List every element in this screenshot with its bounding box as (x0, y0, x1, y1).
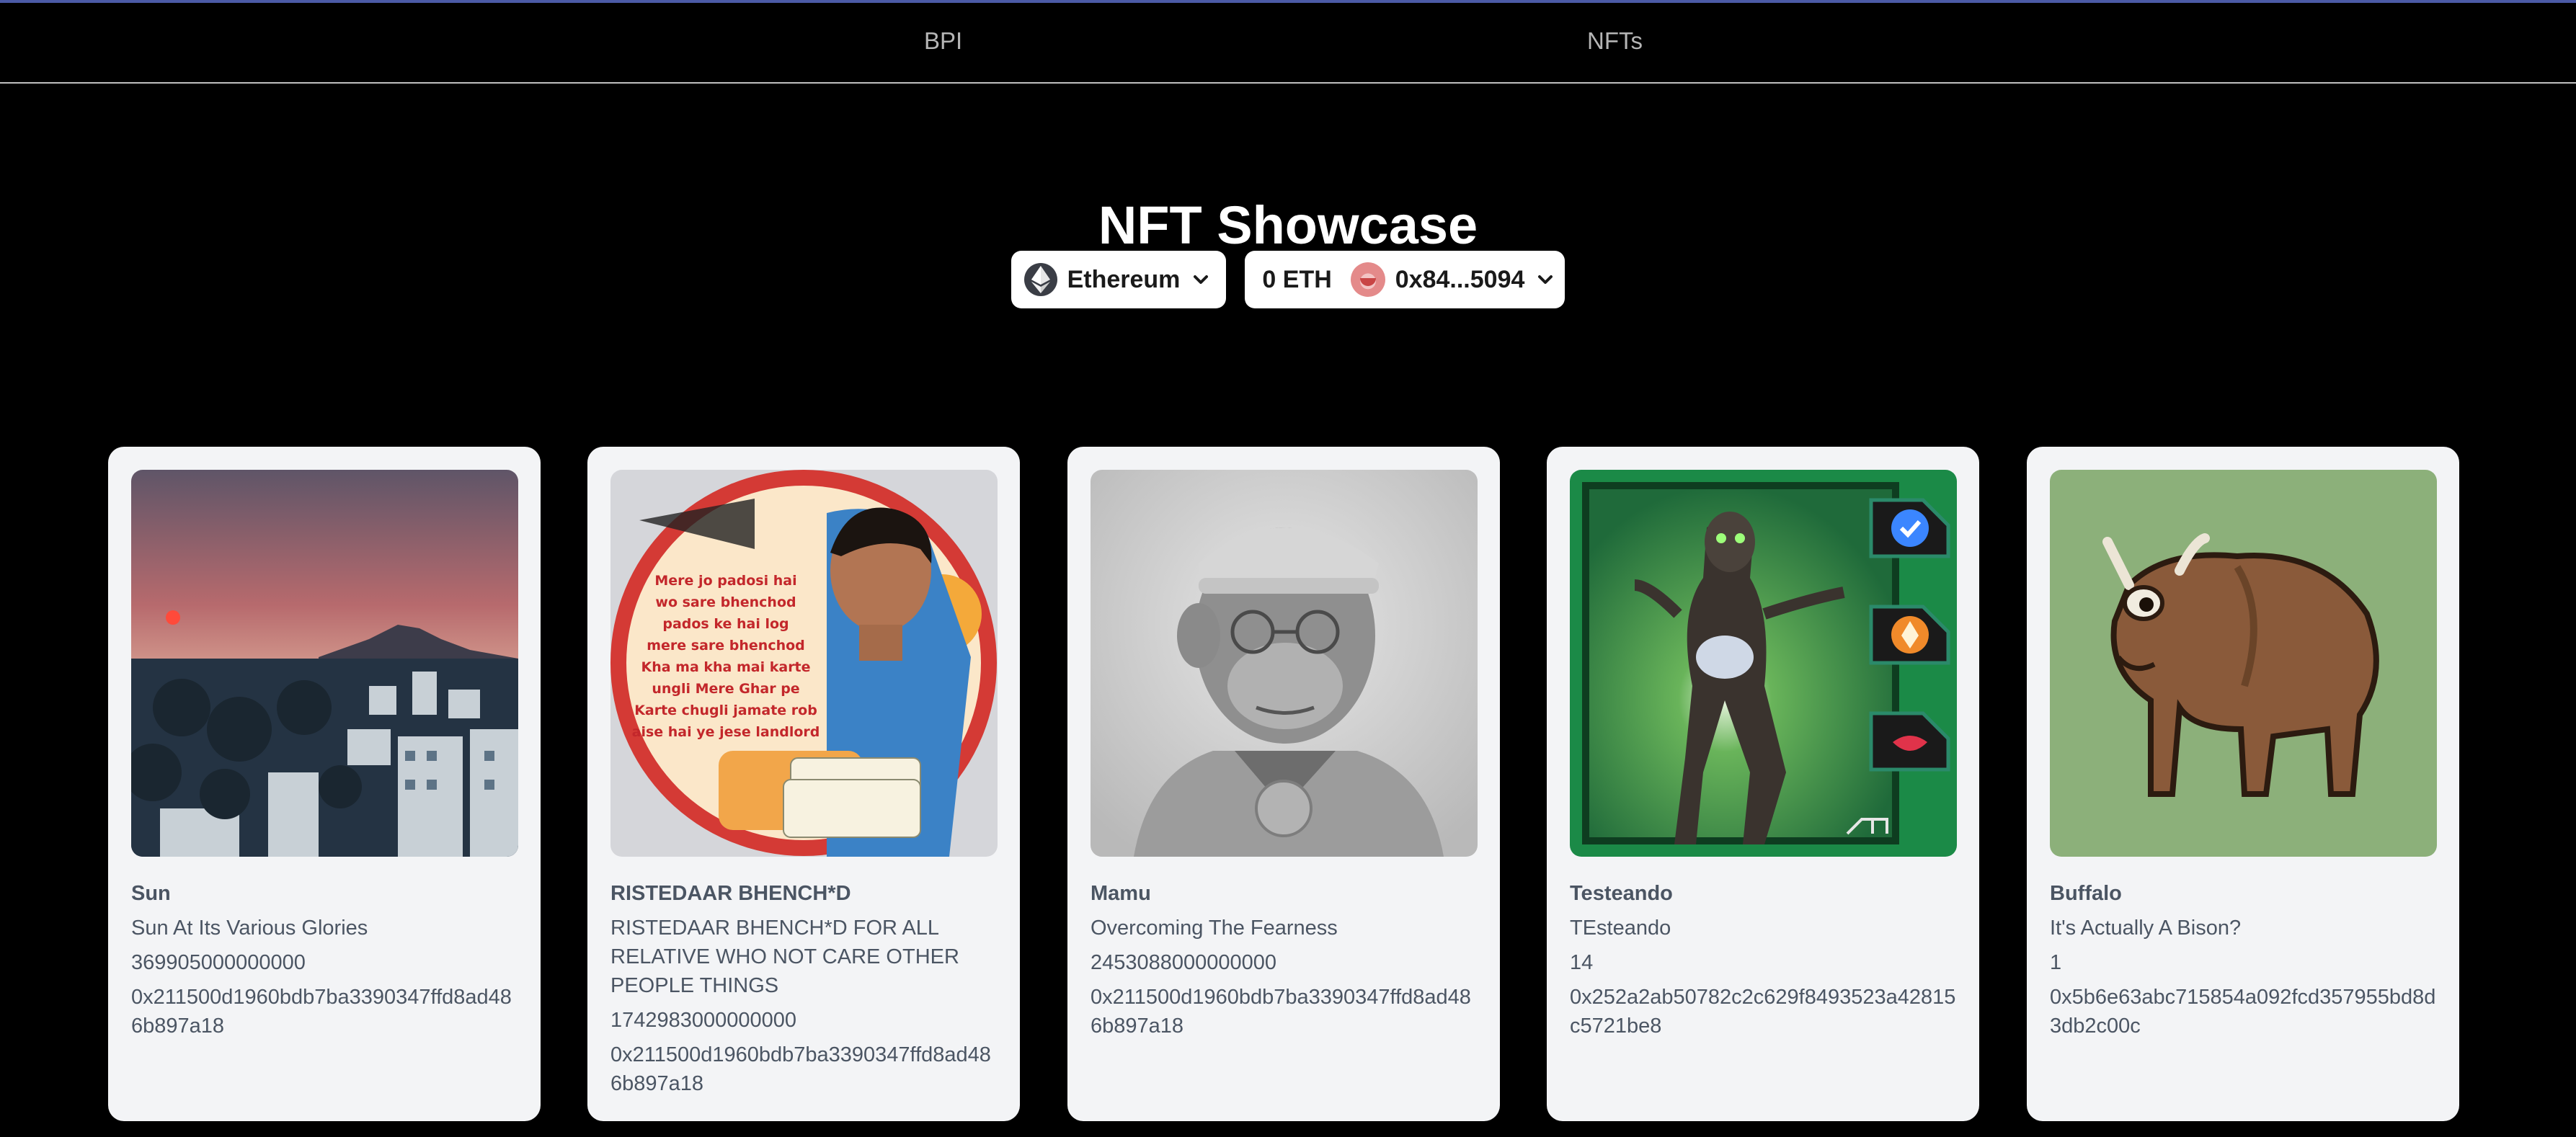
nft-details: Sun Sun At Its Various Glories 369905000… (131, 879, 520, 1040)
nft-contract-address: 0x252a2ab50782c2c629f8493523a42815c5721b… (1570, 986, 1956, 1038)
chevron-down-icon (1194, 275, 1209, 284)
nft-name: Mamu (1091, 882, 1151, 905)
nft-description: It's Actually A Bison? (2050, 917, 2242, 940)
nft-details: Testeando TEsteando 14 0x252a2ab50782c2c… (1570, 879, 1959, 1040)
wallet-controls: Ethereum 0 ETH 0x84...5094 (0, 251, 2576, 308)
nft-name: Testeando (1570, 882, 1673, 905)
nft-description: RISTEDAAR BHENCH*D FOR ALL RELATIVE WHO … (610, 917, 959, 997)
nft-description: TEsteando (1570, 917, 1671, 940)
nft-name: Buffalo (2050, 882, 2122, 905)
poster-line-4: mere sare bhenchod (647, 638, 805, 654)
account-avatar (1350, 262, 1385, 297)
nft-contract-address: 0x211500d1960bdb7ba3390347ffd8ad486b897a… (131, 986, 512, 1038)
nft-card[interactable]: Testeando TEsteando 14 0x252a2ab50782c2c… (1547, 447, 1979, 1121)
poster-line-5: Kha ma kha mai karte (641, 659, 810, 675)
chevron-down-icon (1538, 275, 1553, 284)
nft-name: RISTEDAAR BHENCH*D (610, 882, 851, 905)
chain-label: Ethereum (1067, 265, 1181, 293)
nft-details: RISTEDAAR BHENCH*D RISTEDAAR BHENCH*D FO… (610, 879, 1000, 1098)
nft-token-id: 14 (1570, 951, 1594, 974)
nft-contract-address: 0x5b6e63abc715854a092fcd357955bd8d3db2c0… (2050, 986, 2436, 1038)
page-title: NFT Showcase (1098, 195, 1478, 255)
nav-link-nfts[interactable]: NFTs (1587, 27, 1643, 55)
nft-image-bison (2050, 470, 2437, 857)
account-button[interactable]: 0 ETH 0x84...5094 (1245, 251, 1565, 308)
nft-token-id: 1742983000000000 (610, 1009, 797, 1032)
poster-line-7: Karte chugli jamate rob (634, 703, 817, 718)
page: BPI NFTs NFT Showcase Ethereum 0 ETH 0x8… (0, 0, 2576, 1137)
nft-image-sunset (131, 470, 518, 857)
nft-details: Buffalo It's Actually A Bison? 1 0x5b6e6… (2050, 879, 2439, 1040)
nav-link-bpi[interactable]: BPI (924, 27, 962, 55)
nft-details: Mamu Overcoming The Fearness 24530880000… (1091, 879, 1480, 1040)
chain-selector-button[interactable]: Ethereum (1011, 251, 1227, 308)
address-pill[interactable]: 0x84...5094 (1349, 262, 1555, 297)
ethereum-icon (1023, 263, 1057, 296)
nft-image-robot-card (1570, 470, 1957, 857)
nft-contract-address: 0x211500d1960bdb7ba3390347ffd8ad486b897a… (610, 1043, 991, 1095)
nft-token-id: 369905000000000 (131, 951, 306, 974)
nft-name: Sun (131, 882, 171, 905)
nft-token-id: 1 (2050, 951, 2062, 974)
poster-line-8: aise hai ye jese landlord (632, 724, 820, 740)
poster-line-2: wo sare bhenchod (655, 594, 796, 610)
poster-line-3: pados ke hai log (662, 616, 789, 632)
nft-card[interactable]: Mere jo padosi hai wo sare bhenchod pado… (587, 447, 1020, 1121)
poster-line-1: Mere jo padosi hai (654, 573, 796, 589)
account-address: 0x84...5094 (1395, 265, 1525, 293)
nft-card[interactable]: Buffalo It's Actually A Bison? 1 0x5b6e6… (2027, 447, 2459, 1121)
nft-card[interactable]: Mamu Overcoming The Fearness 24530880000… (1067, 447, 1500, 1121)
nft-description: Overcoming The Fearness (1091, 917, 1338, 940)
nft-token-id: 2453088000000000 (1091, 951, 1277, 974)
nft-card[interactable]: Sun Sun At Its Various Glories 369905000… (108, 447, 541, 1121)
poster-line-6: ungli Mere Ghar pe (652, 681, 799, 697)
nft-description: Sun At Its Various Glories (131, 917, 368, 940)
nft-image-ape (1091, 470, 1478, 857)
balance-label: 0 ETH (1262, 265, 1332, 293)
nft-image-poster: Mere jo padosi hai wo sare bhenchod pado… (610, 470, 998, 857)
nft-contract-address: 0x211500d1960bdb7ba3390347ffd8ad486b897a… (1091, 986, 1471, 1038)
top-navbar: BPI NFTs (0, 3, 2576, 84)
